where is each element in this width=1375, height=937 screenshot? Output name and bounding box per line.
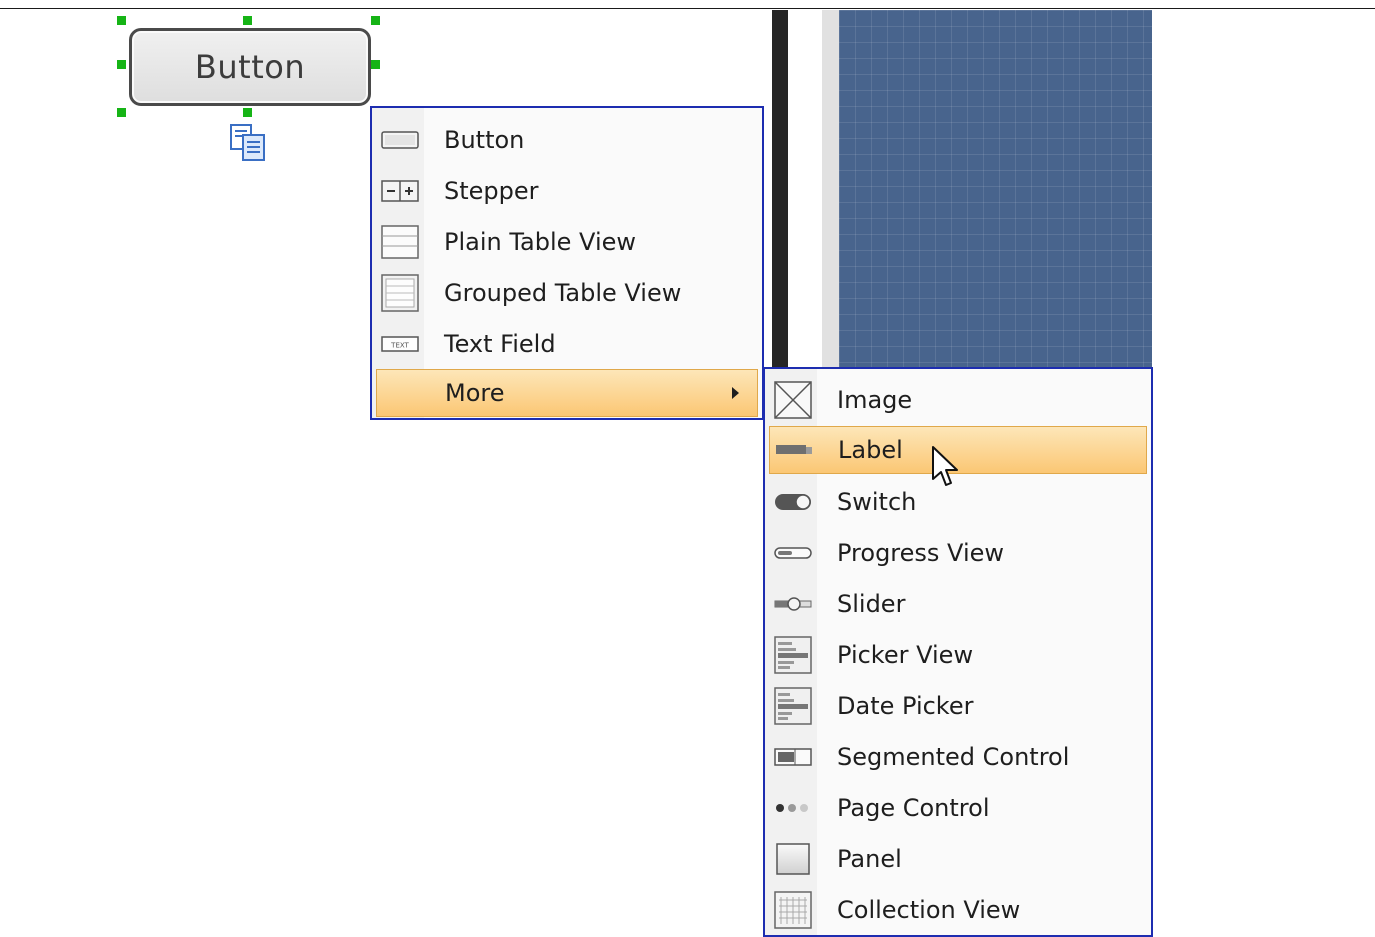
menu-item-more[interactable]: More xyxy=(376,369,758,417)
slider-icon xyxy=(773,587,813,621)
menu-item-stepper[interactable]: Stepper xyxy=(376,167,758,215)
context-menu: Button Stepper Plain Table View Grouped … xyxy=(370,106,764,420)
resource-catalog-icon[interactable] xyxy=(228,123,268,163)
grouped-table-view-icon xyxy=(380,274,420,312)
image-icon xyxy=(773,381,813,419)
resize-handle-top-right[interactable] xyxy=(371,16,380,25)
resize-handle-top[interactable] xyxy=(243,16,252,25)
collection-view-icon xyxy=(773,891,813,929)
shape-label: Button xyxy=(194,48,306,86)
blueprint-canvas[interactable] xyxy=(839,10,1152,370)
picker-view-icon xyxy=(773,636,813,674)
plain-table-view-icon xyxy=(380,225,420,259)
button-icon xyxy=(380,123,420,157)
submenu-arrow-icon xyxy=(732,387,739,399)
text-field-icon: TEXT xyxy=(380,327,420,361)
device-frame-bezel xyxy=(822,10,839,370)
resize-handle-right[interactable] xyxy=(371,60,380,69)
menu-item-grouped-table-view[interactable]: Grouped Table View xyxy=(376,269,758,317)
top-divider xyxy=(0,8,1375,9)
submenu-item-picker-view[interactable]: Picker View xyxy=(769,631,1147,679)
mouse-cursor-icon xyxy=(930,445,962,489)
resize-handle-left[interactable] xyxy=(117,60,126,69)
menu-item-text-field[interactable]: TEXT Text Field xyxy=(376,320,758,368)
segmented-control-icon xyxy=(773,740,813,774)
switch-icon xyxy=(773,485,813,519)
progress-view-icon xyxy=(773,536,813,570)
menu-item-button[interactable]: Button xyxy=(376,116,758,164)
resize-handle-bottom[interactable] xyxy=(243,108,252,117)
submenu-item-date-picker[interactable]: Date Picker xyxy=(769,682,1147,730)
resize-handle-top-left[interactable] xyxy=(117,16,126,25)
device-frame-edge xyxy=(772,10,788,370)
submenu-item-collection-view[interactable]: Collection View xyxy=(769,886,1147,934)
menu-item-plain-table-view[interactable]: Plain Table View xyxy=(376,218,758,266)
page-control-icon xyxy=(773,791,813,825)
submenu-item-page-control[interactable]: Page Control xyxy=(769,784,1147,832)
date-picker-icon xyxy=(773,687,813,725)
submenu-item-segmented-control[interactable]: Segmented Control xyxy=(769,733,1147,781)
label-icon xyxy=(774,433,814,467)
selected-button-shape[interactable]: Button xyxy=(129,28,371,106)
svg-text:TEXT: TEXT xyxy=(390,342,409,350)
submenu-item-image[interactable]: Image xyxy=(769,376,1147,424)
stepper-icon xyxy=(380,174,420,208)
submenu-item-slider[interactable]: Slider xyxy=(769,580,1147,628)
submenu-item-progress-view[interactable]: Progress View xyxy=(769,529,1147,577)
submenu-item-panel[interactable]: Panel xyxy=(769,835,1147,883)
resize-handle-bottom-left[interactable] xyxy=(117,108,126,117)
panel-icon xyxy=(773,842,813,876)
